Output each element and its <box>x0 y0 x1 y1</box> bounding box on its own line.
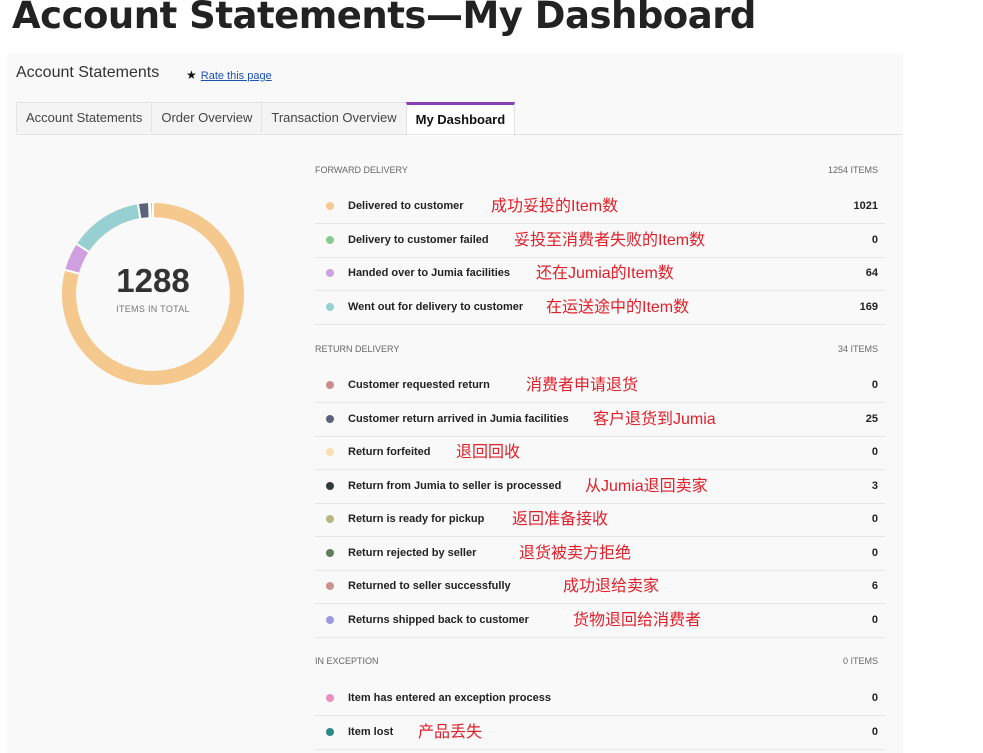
status-row: Customer return arrived in Jumia facilit… <box>315 403 885 437</box>
status-label: Delivered to customer <box>348 200 464 212</box>
status-count: 6 <box>871 580 878 592</box>
section-item-count: 0 ITEMS <box>842 656 878 666</box>
status-count: 169 <box>859 300 878 313</box>
status-row: Return is ready for pickup 0 返回准备接收 <box>315 503 885 537</box>
rate-this-page: ★ Rate this page <box>186 68 272 82</box>
status-count: 0 <box>871 692 878 704</box>
status-label: Return from Jumia to seller is processed <box>348 479 562 492</box>
status-dot-icon <box>326 381 334 389</box>
annotation-note: 还在Jumia的Item数 <box>536 265 674 282</box>
tab-transaction-overview[interactable]: Transaction Overview <box>261 102 407 133</box>
tab-order-overview[interactable]: Order Overview <box>151 102 263 133</box>
status-row: Item lost 0 产品丢失 <box>315 716 885 750</box>
annotation-note: 消费者申请退货 <box>526 377 639 394</box>
annotation-note: 在运送途中的Item数 <box>546 298 690 316</box>
status-row: Returns shipped back to customer 0 货物退回给消费… <box>315 604 885 638</box>
status-label: Return is ready for pickup <box>348 513 485 525</box>
status-label: Return rejected by seller <box>348 546 477 559</box>
status-label: Delivery to customer failed <box>348 233 489 246</box>
status-count: 0 <box>871 233 878 246</box>
annotation-note: 返回准备接收 <box>512 511 609 528</box>
status-count: 0 <box>871 513 878 525</box>
status-count: 25 <box>865 412 878 425</box>
status-row: Customer requested return 0 消费者申请退货 <box>315 369 885 403</box>
annotation-note: 货物退回给消费者 <box>573 611 702 629</box>
status-label: Returned to seller successfully <box>348 580 511 592</box>
status-count: 3 <box>871 479 878 492</box>
total-items-label: ITEMS IN TOTAL <box>116 304 190 314</box>
status-dot-icon <box>326 448 334 456</box>
tab-my-dashboard[interactable]: My Dashboard <box>405 102 516 136</box>
status-row: Handed over to Jumia facilities 64 还在Jumia… <box>315 257 885 291</box>
status-row: Item has entered an exception process 0 <box>315 682 885 716</box>
status-count: 0 <box>871 546 878 559</box>
status-dot-icon <box>326 302 334 311</box>
annotation-note: 从Jumia退回卖家 <box>585 477 708 495</box>
annotation-note: 退货被卖方拒绝 <box>519 544 632 562</box>
total-items-count: 1288 <box>116 262 190 299</box>
annotation-note: 客户退货到Jumia <box>593 410 716 428</box>
status-dot-icon <box>326 235 334 244</box>
star-icon: ★ <box>186 68 197 82</box>
annotation-note: 成功妥投的Item数 <box>491 198 619 215</box>
page-title: Account Statements—My Dashboard <box>12 0 756 37</box>
status-dot-icon <box>326 202 334 210</box>
status-row: Return rejected by seller 0 退货被卖方拒绝 <box>315 537 885 571</box>
status-dot-icon <box>326 515 334 523</box>
status-dot-icon <box>326 727 334 736</box>
status-label: Customer return arrived in Jumia facilit… <box>348 412 569 425</box>
section-name: IN EXCEPTION <box>315 656 379 666</box>
status-row: Return forfeited 0 退回回收 <box>315 436 885 470</box>
section-item-count: 1254 ITEMS <box>827 165 878 175</box>
section-header-1: RETURN DELIVERY 34 ITEMS <box>315 344 885 364</box>
status-dot-icon <box>326 481 334 490</box>
status-dot-icon <box>326 414 334 423</box>
section-item-count: 34 ITEMS <box>837 344 878 354</box>
status-count: 0 <box>871 613 878 626</box>
status-row: Delivery to customer failed 0 妥投至消费者失败的Ite… <box>315 224 885 258</box>
status-dot-icon <box>326 694 334 702</box>
status-count: 1021 <box>853 200 878 212</box>
annotation-note: 妥投至消费者失败的Item数 <box>514 231 706 249</box>
section-name: FORWARD DELIVERY <box>315 165 408 175</box>
status-row: Returned to seller successfully 6 成功退给卖家 <box>315 570 885 604</box>
status-count: 0 <box>871 379 878 391</box>
status-label: Returns shipped back to customer <box>348 613 529 626</box>
status-dot-icon <box>326 269 334 277</box>
section-header: Account Statements <box>16 64 160 81</box>
tab-account-statements[interactable]: Account Statements <box>16 102 153 133</box>
status-dot-icon <box>326 615 334 624</box>
status-row: Delivered to customer 1021 成功妥投的Item数 <box>315 190 885 224</box>
section-header-0: FORWARD DELIVERY 1254 ITEMS <box>315 165 885 185</box>
status-dot-icon <box>326 582 334 590</box>
status-count: 64 <box>865 267 878 279</box>
status-count: 0 <box>871 725 878 738</box>
tab-divider <box>16 134 902 135</box>
status-count: 0 <box>871 446 878 458</box>
annotation-note: 退回回收 <box>456 444 521 461</box>
status-dot-icon <box>326 548 334 557</box>
rate-page-link[interactable]: Rate this page <box>201 70 272 82</box>
status-row: Went out for delivery to customer 169 在运送途… <box>315 291 885 325</box>
annotation-note: 产品丢失 <box>418 723 483 741</box>
tab-bar: Account Statements Order Overview Transa… <box>16 102 516 136</box>
status-label: Return forfeited <box>348 446 431 458</box>
status-label: Handed over to Jumia facilities <box>348 267 510 279</box>
annotation-note: 成功退给卖家 <box>563 578 660 595</box>
section-header-2: IN EXCEPTION 0 ITEMS <box>315 656 885 676</box>
status-row: Return from Jumia to seller is processed… <box>315 470 885 504</box>
status-label: Went out for delivery to customer <box>348 300 524 313</box>
section-name: RETURN DELIVERY <box>315 344 400 354</box>
status-label: Item lost <box>348 725 394 738</box>
status-label: Customer requested return <box>348 379 490 391</box>
status-label: Item has entered an exception process <box>348 692 551 704</box>
